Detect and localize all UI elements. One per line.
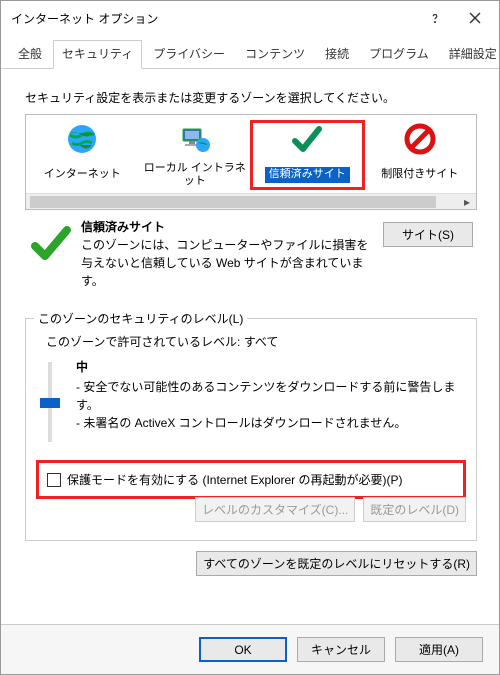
tab-advanced[interactable]: 詳細設定 xyxy=(440,40,500,69)
security-level-group-label: このゾーンのセキュリティのレベル(L) xyxy=(34,310,247,327)
close-button[interactable] xyxy=(455,4,495,32)
trusted-check-icon xyxy=(289,121,325,157)
reset-all-zones-button[interactable]: すべてのゾーンを既定のレベルにリセットする(R) xyxy=(196,551,477,576)
security-level-slider[interactable] xyxy=(48,362,52,442)
internet-options-window: インターネット オプション 全般 セキュリティ プライバシー コンテンツ 接続 … xyxy=(0,0,500,675)
tab-privacy[interactable]: プライバシー xyxy=(144,40,234,69)
protected-mode-label: 保護モードを有効にする (Internet Explorer の再起動が必要)(… xyxy=(67,471,403,488)
apply-button[interactable]: 適用(A) xyxy=(395,637,483,662)
ok-button[interactable]: OK xyxy=(199,637,287,662)
intranet-icon xyxy=(177,121,213,157)
tab-security[interactable]: セキュリティ xyxy=(53,40,142,69)
zone-selector: インターネット ローカル イントラネット xyxy=(25,114,477,210)
globe-icon xyxy=(64,121,100,157)
tab-content[interactable]: コンテンツ xyxy=(236,40,314,69)
tab-strip: 全般 セキュリティ プライバシー コンテンツ 接続 プログラム 詳細設定 xyxy=(1,35,499,69)
zone-description-text: このゾーンには、コンピューターやファイルに損害を与えないと信頼している Web … xyxy=(81,236,375,290)
zone-trusted-sites[interactable]: 信頼済みサイト xyxy=(251,121,364,189)
trusted-check-icon-large xyxy=(29,222,73,266)
security-level-name: 中 xyxy=(76,358,466,376)
security-level-group: このゾーンのセキュリティのレベル(L) このゾーンで許可されているレベル: すべ… xyxy=(25,318,477,541)
security-tab-content: セキュリティ設定を表示または変更するゾーンを選択してください。 インターネット xyxy=(1,69,499,624)
dialog-footer: OK キャンセル 適用(A) xyxy=(1,624,499,674)
titlebar: インターネット オプション xyxy=(1,1,499,35)
zone-scrollbar[interactable]: ▸ xyxy=(26,193,476,209)
zone-local-intranet[interactable]: ローカル イントラネット xyxy=(139,121,252,189)
zone-description-title: 信頼済みサイト xyxy=(81,218,375,236)
restricted-icon xyxy=(402,121,438,157)
allowed-levels-text: このゾーンで許可されているレベル: すべて xyxy=(46,333,462,350)
default-level-button[interactable]: 既定のレベル(D) xyxy=(363,497,466,522)
slider-thumb[interactable] xyxy=(40,398,60,408)
window-title: インターネット オプション xyxy=(11,10,415,27)
scrollbar-thumb[interactable] xyxy=(30,196,436,208)
tab-general[interactable]: 全般 xyxy=(9,40,51,69)
security-level-detail-2: - 未署名の ActiveX コントロールはダウンロードされません。 xyxy=(76,414,466,432)
protected-mode-row[interactable]: 保護モードを有効にする (Internet Explorer の再起動が必要)(… xyxy=(36,460,466,499)
zone-restricted-sites[interactable]: 制限付きサイト xyxy=(364,121,477,189)
cancel-button[interactable]: キャンセル xyxy=(297,637,385,662)
zone-internet[interactable]: インターネット xyxy=(26,121,139,189)
tab-connections[interactable]: 接続 xyxy=(316,40,358,69)
custom-level-button[interactable]: レベルのカスタマイズ(C)... xyxy=(195,497,355,522)
tab-programs[interactable]: プログラム xyxy=(360,40,438,69)
zone-description: 信頼済みサイト このゾーンには、コンピューターやファイルに損害を与えないと信頼し… xyxy=(25,210,483,290)
security-level-detail-1: - 安全でない可能性のあるコンテンツをダウンロードする前に警告します。 xyxy=(76,378,466,414)
protected-mode-checkbox[interactable] xyxy=(47,473,61,487)
scroll-right-icon[interactable]: ▸ xyxy=(458,194,476,210)
sites-button[interactable]: サイト(S) xyxy=(383,222,473,247)
zone-instruction: セキュリティ設定を表示または変更するゾーンを選択してください。 xyxy=(25,89,483,106)
help-button[interactable] xyxy=(415,4,455,32)
